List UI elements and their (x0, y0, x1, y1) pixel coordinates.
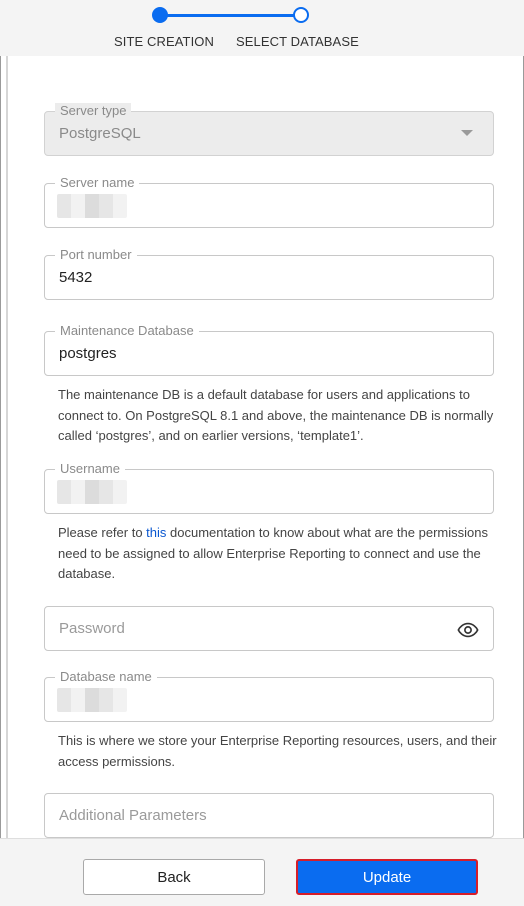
redacted-value (57, 194, 127, 218)
update-button[interactable]: Update (296, 859, 478, 895)
database-name-help: This is where we store your Enterprise R… (58, 733, 497, 769)
step-label-site-creation: SITE CREATION (114, 34, 215, 49)
username-label: Username (55, 461, 125, 477)
step-current-dot-icon (293, 7, 309, 23)
server-name-label: Server name (55, 175, 140, 191)
maintenance-database-field[interactable]: Maintenance Database postgres (44, 323, 494, 376)
step-completed-dot-icon (152, 7, 168, 23)
password-field[interactable]: Password (44, 606, 494, 651)
maintenance-database-label: Maintenance Database (55, 323, 199, 339)
additional-parameters-placeholder: Additional Parameters (59, 807, 207, 824)
redacted-value (57, 480, 127, 504)
back-button[interactable]: Back (83, 859, 265, 895)
server-type-value: PostgreSQL (59, 125, 141, 142)
database-name-label: Database name (55, 669, 157, 685)
eye-icon[interactable] (457, 619, 479, 641)
username-field[interactable]: Username (44, 461, 494, 514)
left-divider (6, 56, 8, 838)
port-number-label: Port number (55, 247, 137, 263)
dropdown-arrow-icon (461, 130, 473, 136)
documentation-link[interactable]: this (146, 525, 166, 540)
port-number-value: 5432 (59, 269, 93, 286)
server-name-field[interactable]: Server name (44, 175, 494, 228)
maintenance-database-help: The maintenance DB is a default database… (58, 387, 494, 443)
redacted-value (57, 688, 127, 712)
stepper-progress-line (160, 14, 301, 17)
footer-bar: Back Update (0, 838, 524, 906)
port-number-field[interactable]: Port number 5432 (44, 247, 494, 300)
server-type-select: Server type PostgreSQL (44, 103, 494, 156)
username-help: Please refer to this documentation to kn… (58, 523, 498, 585)
additional-parameters-field[interactable]: Additional Parameters (44, 793, 494, 838)
stepper: SITE CREATION SELECT DATABASE (0, 0, 524, 56)
database-name-field[interactable]: Database name (44, 669, 494, 722)
form-scroll-area[interactable]: Server type PostgreSQL Server name Port … (0, 56, 524, 838)
maintenance-database-value: postgres (59, 345, 117, 362)
step-label-select-database: SELECT DATABASE (236, 34, 359, 49)
username-help-prefix: Please refer to (58, 525, 147, 540)
server-type-label: Server type (55, 103, 132, 119)
password-placeholder: Password (59, 620, 125, 637)
